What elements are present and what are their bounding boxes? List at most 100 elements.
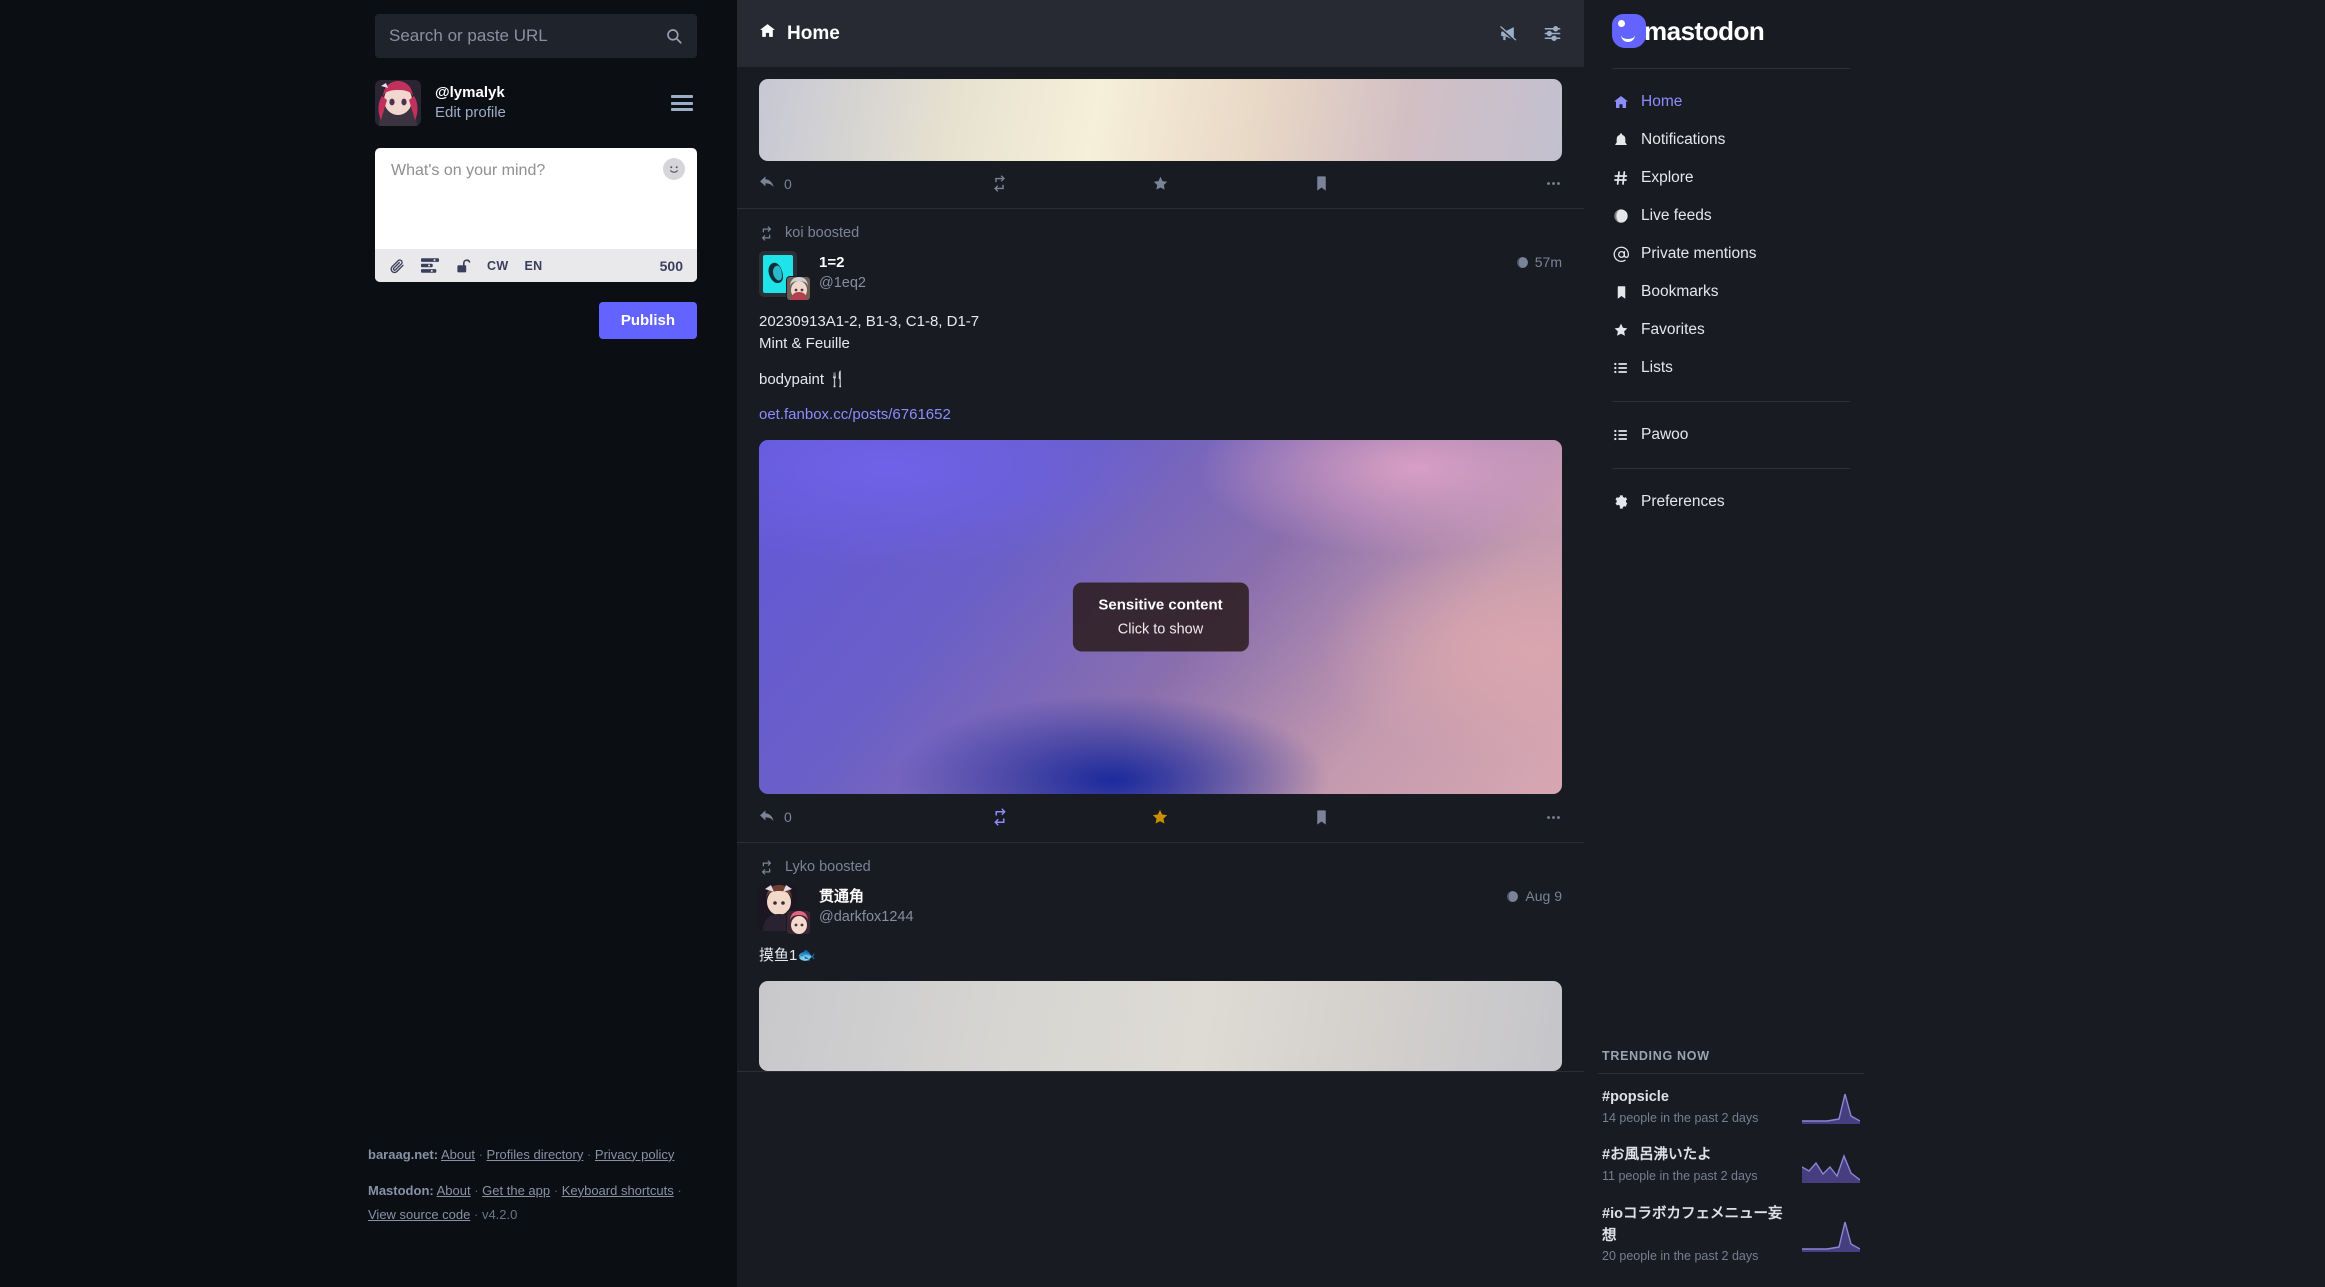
status-action-bar: 0 [737, 794, 1584, 842]
home-icon [759, 22, 776, 45]
profiles-directory-link[interactable]: Profiles directory [487, 1147, 584, 1162]
emoji-icon[interactable] [663, 158, 685, 180]
header-actions [1498, 24, 1562, 43]
edit-profile-link[interactable]: Edit profile [435, 103, 657, 123]
list-icon [1612, 427, 1630, 443]
boost-icon [761, 859, 772, 875]
mastodon-logo[interactable]: mastodon [1598, 0, 1864, 68]
sidebar-item-home[interactable]: Home [1598, 83, 1864, 121]
avatar-overlay-stack[interactable] [759, 251, 811, 301]
megaphone-icon[interactable] [1498, 24, 1517, 43]
sensitive-content-warning[interactable]: Sensitive content Click to show [1072, 582, 1249, 652]
home-icon [1612, 94, 1630, 110]
sidebar-item-label: Live feeds [1641, 207, 1712, 224]
trending-stats: 20 people in the past 2 days [1602, 1249, 1759, 1264]
status-author[interactable]: 贯通角 @darkfox1244 [819, 885, 914, 927]
instance-about-link[interactable]: About [441, 1147, 475, 1162]
sidebar-item-preferences[interactable]: Preferences [1598, 483, 1864, 521]
status-timestamp[interactable]: Aug 9 [1506, 885, 1562, 904]
boost-button[interactable] [920, 808, 1081, 826]
avatar-overlay-stack[interactable] [759, 885, 811, 935]
sidebar-item-label: Favorites [1641, 321, 1705, 338]
primary-nav: Home Notifications Explore Live feeds Pr… [1598, 69, 1864, 387]
mastodon-about-link[interactable]: About [437, 1183, 471, 1198]
status-timestamp[interactable]: 57m [1516, 251, 1562, 270]
sidebar-item-favorites[interactable]: Favorites [1598, 311, 1864, 349]
content-warning-button[interactable]: CW [487, 259, 508, 273]
more-options-button[interactable] [1401, 175, 1562, 192]
search-icon[interactable] [665, 27, 683, 45]
sparkline-chart [1802, 1221, 1860, 1252]
boost-button[interactable] [920, 175, 1081, 192]
reply-button[interactable]: 0 [759, 809, 920, 826]
sidebar-item-label: Explore [1641, 169, 1694, 186]
search-input[interactable]: Search or paste URL [375, 14, 697, 58]
display-name: 1=2 [819, 254, 845, 271]
sidebar-item-explore[interactable]: Explore [1598, 159, 1864, 197]
favourite-button[interactable] [1080, 175, 1241, 192]
timestamp-label: 57m [1534, 254, 1562, 270]
keyboard-shortcuts-link[interactable]: Keyboard shortcuts [562, 1183, 674, 1198]
trending-tag: #お風呂沸いたよ [1602, 1147, 1712, 1164]
sidebar-item-private-mentions[interactable]: Private mentions [1598, 235, 1864, 273]
favourite-button[interactable] [1080, 808, 1241, 826]
poll-icon[interactable] [421, 258, 439, 273]
sparkline-chart [1802, 1153, 1860, 1183]
status-card[interactable]: Lyko boosted 贯通角 @darkfox1244 Aug 9 摸鱼1🐟 [737, 843, 1584, 1072]
avatar[interactable] [375, 80, 421, 126]
sidebar-item-live-feeds[interactable]: Live feeds [1598, 197, 1864, 235]
compose-textarea[interactable]: What's on your mind? [375, 148, 697, 249]
boost-label: Lyko boosted [785, 859, 871, 875]
list-item[interactable]: #お風呂沸いたよ 11 people in the past 2 days [1598, 1136, 1864, 1195]
list-item[interactable]: #popsicle 14 people in the past 2 days [1598, 1078, 1864, 1137]
list-item[interactable]: #ioコラボカフェメニュー妄想 20 people in the past 2 … [1598, 1195, 1864, 1275]
status-card[interactable]: koi boosted 1=2 @1eq2 57m 20230913A1-2, … [737, 209, 1584, 843]
bookmark-button[interactable] [1241, 175, 1402, 192]
publish-button[interactable]: Publish [598, 302, 697, 339]
media-image[interactable] [759, 79, 1562, 161]
menu-icon[interactable] [671, 95, 693, 111]
sliders-icon[interactable] [1543, 24, 1562, 43]
boost-indicator: Lyko boosted [737, 843, 1584, 885]
sidebar-item-lists[interactable]: Lists [1598, 349, 1864, 387]
status-link[interactable]: oet.fanbox.cc/posts/6761652 [759, 406, 951, 423]
status-header: 1=2 @1eq2 57m [737, 251, 1584, 301]
bell-icon [1612, 132, 1630, 148]
privacy-policy-link[interactable]: Privacy policy [595, 1147, 674, 1162]
get-the-app-link[interactable]: Get the app [482, 1183, 550, 1198]
sidebar-item-bookmarks[interactable]: Bookmarks [1598, 273, 1864, 311]
more-options-button[interactable] [1401, 809, 1562, 826]
sidebar-item-label: Pawoo [1641, 426, 1689, 443]
view-source-code-link[interactable]: View source code [368, 1207, 470, 1222]
version-label: v4.2.0 [481, 1206, 518, 1222]
sidebar-item-label: Private mentions [1641, 245, 1757, 262]
trending-tag: #ioコラボカフェメニュー妄想 [1602, 1205, 1783, 1244]
tertiary-nav: Preferences [1598, 469, 1864, 521]
trending-stats: 14 people in the past 2 days [1602, 1110, 1759, 1125]
avatar-badge[interactable] [786, 910, 811, 935]
language-button[interactable]: EN [524, 259, 542, 273]
media-attachment[interactable] [759, 980, 1562, 1071]
account-row[interactable]: @lymalyk Edit profile [375, 80, 697, 126]
compose-form: What's on your mind? CW EN 500 [375, 148, 697, 282]
timestamp-label: Aug 9 [1525, 888, 1562, 904]
bookmark-button[interactable] [1241, 809, 1402, 826]
media-image[interactable] [759, 980, 1562, 1071]
avatar-badge[interactable] [786, 276, 811, 301]
status-card[interactable]: 0 [737, 79, 1584, 209]
sidebar-item-pawoo[interactable]: Pawoo [1598, 416, 1864, 454]
media-attachment[interactable] [759, 79, 1562, 161]
trending-panel: TRENDING NOW #popsicle 14 people in the … [1584, 1049, 1864, 1287]
mastodon-app: Search or paste URL @lymalyk Edit profil… [0, 0, 2325, 1287]
status-author[interactable]: 1=2 @1eq2 [819, 251, 866, 293]
timeline-list[interactable]: 0 koi boosted 1=2 @1eq2 57m 20230913A1-2… [737, 67, 1584, 1287]
media-attachment[interactable]: Sensitive content Click to show [759, 440, 1562, 794]
sidebar-item-notifications[interactable]: Notifications [1598, 121, 1864, 159]
page-title: Home [759, 22, 840, 45]
unlock-icon[interactable] [455, 258, 471, 274]
display-name: 贯通角 [819, 888, 865, 905]
reply-count: 0 [784, 809, 792, 825]
attachment-icon[interactable] [389, 258, 405, 274]
reply-button[interactable]: 0 [759, 175, 920, 192]
reply-count: 0 [784, 175, 792, 192]
